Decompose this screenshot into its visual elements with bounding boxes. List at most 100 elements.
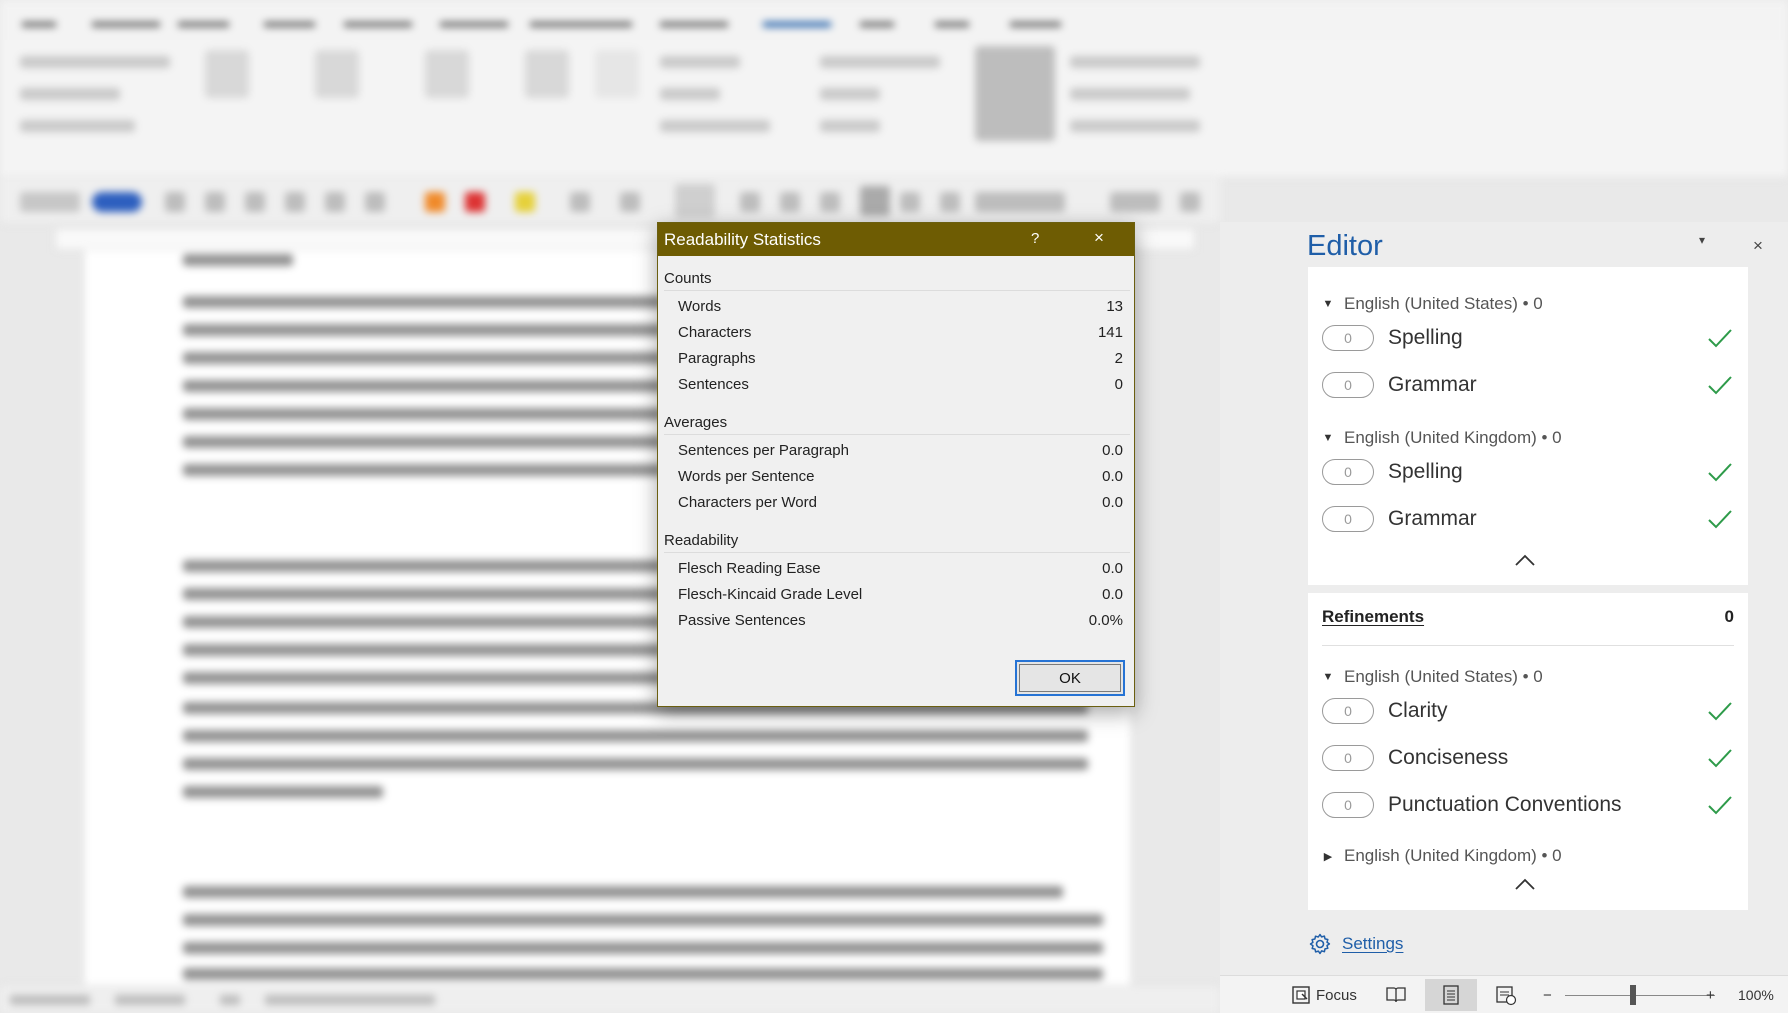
- correction-item-grammar-us[interactable]: 0 Grammar: [1322, 367, 1734, 403]
- item-label: Grammar: [1388, 373, 1477, 396]
- divider: [664, 434, 1130, 435]
- check-icon: [1708, 796, 1732, 815]
- item-label: Grammar: [1388, 507, 1477, 530]
- correction-item-spelling-us[interactable]: 0 Spelling: [1322, 320, 1734, 356]
- correction-item-grammar-uk[interactable]: 0 Grammar: [1322, 501, 1734, 537]
- stat-label: Characters: [678, 324, 752, 341]
- divider: [664, 552, 1130, 553]
- refinement-item-conciseness[interactable]: 0 Conciseness: [1322, 740, 1734, 776]
- count-pill: 0: [1322, 792, 1374, 818]
- language-label: English (United States) • 0: [1344, 294, 1543, 313]
- stat-row-words-per-sentence: Words per Sentence 0.0: [678, 468, 1123, 485]
- status-bar-left: [0, 985, 1220, 1013]
- stat-row-words: Words 13: [678, 298, 1123, 315]
- web-layout-icon: [1496, 986, 1517, 1006]
- dialog-title: Readability Statistics: [664, 230, 821, 249]
- stat-value: 0.0: [1102, 560, 1123, 577]
- caret-down-icon: ▼: [1322, 671, 1334, 683]
- refinement-item-punctuation[interactable]: 0 Punctuation Conventions: [1322, 787, 1734, 823]
- item-label: Punctuation Conventions: [1388, 793, 1622, 816]
- stat-value: 0.0: [1102, 468, 1123, 485]
- gear-icon: [1309, 933, 1331, 955]
- check-icon: [1708, 510, 1732, 529]
- stat-label: Words per Sentence: [678, 468, 815, 485]
- ok-button[interactable]: OK: [1015, 660, 1125, 696]
- language-label: English (United Kingdom) • 0: [1344, 846, 1562, 865]
- check-icon: [1708, 702, 1732, 721]
- print-layout-button[interactable]: [1425, 979, 1477, 1011]
- correction-item-spelling-uk[interactable]: 0 Spelling: [1322, 454, 1734, 490]
- ok-button-label: OK: [1019, 664, 1121, 692]
- stat-label: Flesch-Kincaid Grade Level: [678, 586, 863, 603]
- caret-down-icon: ▼: [1322, 432, 1334, 444]
- stat-row-characters: Characters 141: [678, 324, 1123, 341]
- caret-right-icon: ▶: [1323, 850, 1333, 863]
- language-group-uk[interactable]: ▼ English (United Kingdom) • 0: [1322, 428, 1562, 448]
- stat-row-passive-sentences: Passive Sentences 0.0%: [678, 612, 1123, 629]
- check-icon: [1708, 329, 1732, 348]
- stat-label: Characters per Word: [678, 494, 817, 511]
- focus-label: Focus: [1316, 986, 1357, 1004]
- count-pill: 0: [1322, 506, 1374, 532]
- refinements-count: 0: [1724, 607, 1734, 626]
- item-label: Clarity: [1388, 699, 1448, 722]
- item-label: Spelling: [1388, 460, 1463, 483]
- section-title-averages: Averages: [664, 414, 728, 431]
- menu-bar: ▬▬ ▬▬▬▬ ▬▬▬ ▬▬▬ ▬▬▬▬ ▬▬▬▬ ▬▬▬▬▬▬ ▬▬▬▬ ▬▬▬▬ ▬▬ ▬…: [0, 0, 1788, 40]
- collapse-chevron-icon[interactable]: [1514, 876, 1536, 892]
- language-label: English (United Kingdom) • 0: [1344, 428, 1562, 447]
- dialog-close-button[interactable]: ×: [1094, 228, 1104, 248]
- zoom-slider-thumb[interactable]: [1630, 985, 1636, 1005]
- stat-value: 13: [1106, 298, 1123, 315]
- zoom-level[interactable]: 100%: [1738, 983, 1774, 1007]
- zoom-out-button[interactable]: −: [1543, 983, 1552, 1007]
- stat-row-paragraphs: Paragraphs 2: [678, 350, 1123, 367]
- section-title-counts: Counts: [664, 270, 712, 287]
- count-pill: 0: [1322, 698, 1374, 724]
- count-pill: 0: [1322, 372, 1374, 398]
- stat-row-sentences-per-paragraph: Sentences per Paragraph 0.0: [678, 442, 1123, 459]
- settings-label: Settings: [1342, 934, 1404, 953]
- stat-value: 0.0: [1102, 586, 1123, 603]
- zoom-slider[interactable]: [1565, 995, 1715, 996]
- editor-title: Editor: [1307, 230, 1383, 262]
- language-label: English (United States) • 0: [1344, 667, 1543, 686]
- stat-value: 2: [1114, 350, 1123, 367]
- stat-row-flesch-reading-ease: Flesch Reading Ease 0.0: [678, 560, 1123, 577]
- stat-label: Sentences: [678, 376, 749, 393]
- count-pill: 0: [1322, 325, 1374, 351]
- stat-label: Flesch Reading Ease: [678, 560, 821, 577]
- focus-icon: [1292, 986, 1310, 1004]
- focus-button[interactable]: Focus: [1290, 983, 1357, 1007]
- item-label: Conciseness: [1388, 746, 1509, 769]
- page-icon: [1443, 985, 1459, 1005]
- editor-pane: Editor ▾ × ▼ English (United States) • 0…: [1220, 222, 1788, 975]
- check-icon: [1708, 463, 1732, 482]
- stat-label: Passive Sentences: [678, 612, 806, 629]
- zoom-in-button[interactable]: +: [1706, 983, 1715, 1007]
- stat-label: Words: [678, 298, 722, 315]
- language-group-us[interactable]: ▼ English (United States) • 0: [1322, 294, 1543, 314]
- stat-value: 0.0: [1102, 442, 1123, 459]
- stat-row-characters-per-word: Characters per Word 0.0: [678, 494, 1123, 511]
- stat-row-flesch-kincaid-grade: Flesch-Kincaid Grade Level 0.0: [678, 586, 1123, 603]
- pane-options-icon[interactable]: ▾: [1699, 233, 1705, 247]
- refinements-title[interactable]: Refinements: [1322, 607, 1424, 627]
- settings-link[interactable]: Settings: [1308, 932, 1403, 956]
- word-window: ▬▬ ▬▬▬▬ ▬▬▬ ▬▬▬ ▬▬▬▬ ▬▬▬▬ ▬▬▬▬▬▬ ▬▬▬▬ ▬▬▬▬ ▬▬ ▬…: [0, 0, 1788, 1013]
- refinement-item-clarity[interactable]: 0 Clarity: [1322, 693, 1734, 729]
- caret-down-icon: ▼: [1322, 298, 1334, 310]
- language-group-uk[interactable]: ▶ English (United Kingdom) • 0: [1322, 846, 1562, 866]
- read-mode-button[interactable]: [1370, 979, 1422, 1011]
- help-button[interactable]: ?: [1031, 230, 1039, 247]
- web-layout-button[interactable]: [1480, 979, 1532, 1011]
- stat-value: 0: [1114, 376, 1123, 393]
- language-group-us[interactable]: ▼ English (United States) • 0: [1322, 667, 1543, 687]
- ribbon: [0, 40, 1788, 178]
- collapse-chevron-icon[interactable]: [1514, 552, 1536, 568]
- count-pill: 0: [1322, 459, 1374, 485]
- pane-close-button[interactable]: ×: [1753, 236, 1763, 256]
- quick-access-toolbar: [0, 178, 1220, 224]
- dialog-titlebar: Readability Statistics ? ×: [658, 223, 1134, 256]
- stat-value: 0.0%: [1088, 612, 1123, 629]
